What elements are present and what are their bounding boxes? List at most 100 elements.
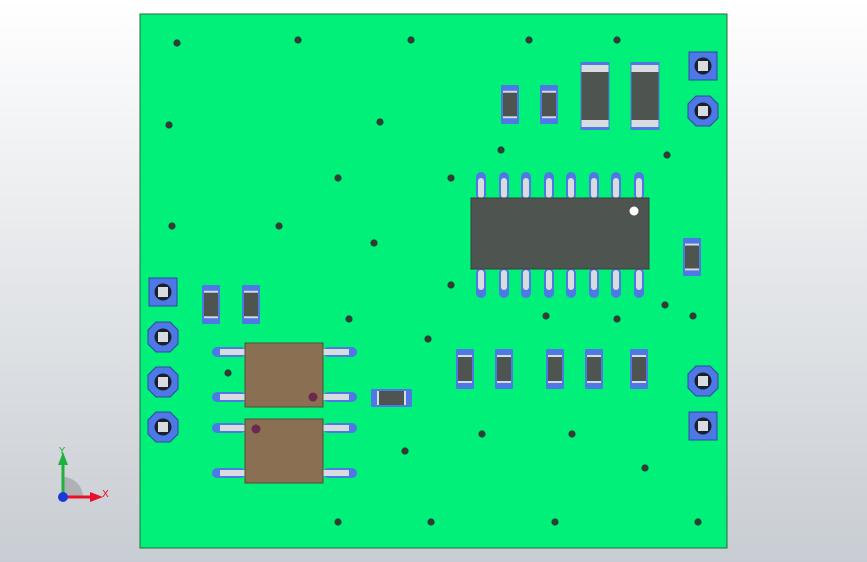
opto-lead — [323, 425, 349, 431]
header-pad-square — [688, 411, 718, 441]
cap-terminal — [631, 65, 659, 72]
header-pad-round — [147, 366, 179, 398]
via-hole — [401, 447, 409, 455]
via-hole — [478, 430, 486, 438]
chip-terminal — [632, 355, 646, 357]
chip-terminal — [587, 355, 601, 357]
ic-lead — [501, 270, 507, 290]
chip-body — [548, 357, 562, 381]
pad-pin — [698, 421, 708, 431]
via-hole — [165, 121, 173, 129]
smd-chip-component — [501, 85, 519, 124]
cad-viewport[interactable]: Y X — [0, 0, 867, 562]
chip-terminal — [542, 116, 556, 119]
chip-terminal — [377, 391, 379, 405]
ic-lead — [636, 270, 642, 290]
ic-lead — [546, 178, 552, 198]
smd-chip-component — [585, 349, 603, 389]
opto-pin1-marker — [308, 392, 318, 402]
chip-body — [458, 357, 472, 381]
via-hole — [661, 301, 669, 309]
opto-lead — [220, 394, 246, 400]
via-hole — [542, 312, 550, 320]
cap-terminal — [581, 65, 609, 72]
via-hole — [370, 239, 378, 247]
smd-chip-component — [495, 349, 513, 389]
via-hole — [334, 518, 342, 526]
via-hole — [613, 36, 621, 44]
chip-terminal — [548, 381, 562, 383]
triad-y-label: Y — [58, 446, 66, 457]
pad-pin — [158, 332, 168, 342]
opto-lead — [220, 349, 246, 355]
via-hole — [294, 36, 302, 44]
opto-lead — [323, 349, 349, 355]
chip-terminal — [204, 290, 218, 293]
via-hole — [689, 312, 697, 320]
chip-terminal — [204, 316, 218, 319]
smd-chip-component — [540, 85, 558, 124]
via-hole — [224, 369, 232, 377]
via-hole — [168, 222, 176, 230]
smd-chip-component — [683, 238, 701, 276]
pad-pin — [698, 106, 708, 116]
ic-lead — [636, 178, 642, 198]
opto-lead — [220, 470, 246, 476]
ic-lead — [591, 270, 597, 290]
pad-pin — [158, 422, 168, 432]
chip-terminal — [685, 268, 699, 271]
chip-terminal — [542, 90, 556, 93]
chip-body — [244, 292, 258, 317]
ic-lead — [478, 178, 484, 198]
via-hole — [345, 315, 353, 323]
tantalum-capacitor — [630, 62, 660, 130]
via-hole — [376, 118, 384, 126]
ic-lead — [523, 270, 529, 290]
chip-body — [204, 292, 218, 317]
via-hole — [447, 281, 455, 289]
header-pad-round — [687, 365, 719, 397]
ic-pin1-marker — [629, 206, 639, 216]
via-hole — [275, 222, 283, 230]
3d-scene[interactable]: Y X — [0, 0, 867, 562]
chip-body — [587, 357, 601, 381]
chip-terminal — [458, 355, 472, 357]
smd-chip-component — [202, 285, 220, 324]
ic-lead — [523, 178, 529, 198]
chip-terminal — [497, 381, 511, 383]
pad-pin — [698, 376, 708, 386]
chip-terminal — [632, 381, 646, 383]
opto-lead — [323, 394, 349, 400]
header-pad-round — [147, 411, 179, 443]
ic-lead — [501, 178, 507, 198]
cap-body — [631, 72, 659, 120]
ic-lead — [478, 270, 484, 290]
smd-chip-component — [456, 349, 474, 389]
chip-body — [503, 92, 517, 117]
via-hole — [568, 430, 576, 438]
opto-pin1-marker — [251, 424, 261, 434]
smd-chip-horizontal — [371, 389, 412, 407]
chip-body — [632, 357, 646, 381]
via-hole — [427, 518, 435, 526]
chip-terminal — [458, 381, 472, 383]
via-hole — [173, 39, 181, 47]
chip-terminal — [548, 355, 562, 357]
smd-chip-component — [630, 349, 648, 389]
chip-body — [497, 357, 511, 381]
chip-body — [685, 245, 699, 269]
chip-terminal — [497, 355, 511, 357]
tantalum-capacitor — [580, 62, 610, 130]
triad-x-label: X — [102, 489, 109, 500]
via-hole — [407, 36, 415, 44]
chip-body — [542, 92, 556, 117]
ic-lead — [568, 178, 574, 198]
via-hole — [613, 315, 621, 323]
pad-pin — [158, 377, 168, 387]
via-hole — [424, 335, 432, 343]
via-hole — [663, 151, 671, 159]
chip-terminal — [244, 316, 258, 319]
via-hole — [447, 174, 455, 182]
via-hole — [641, 464, 649, 472]
smd-chip-component — [242, 285, 260, 324]
